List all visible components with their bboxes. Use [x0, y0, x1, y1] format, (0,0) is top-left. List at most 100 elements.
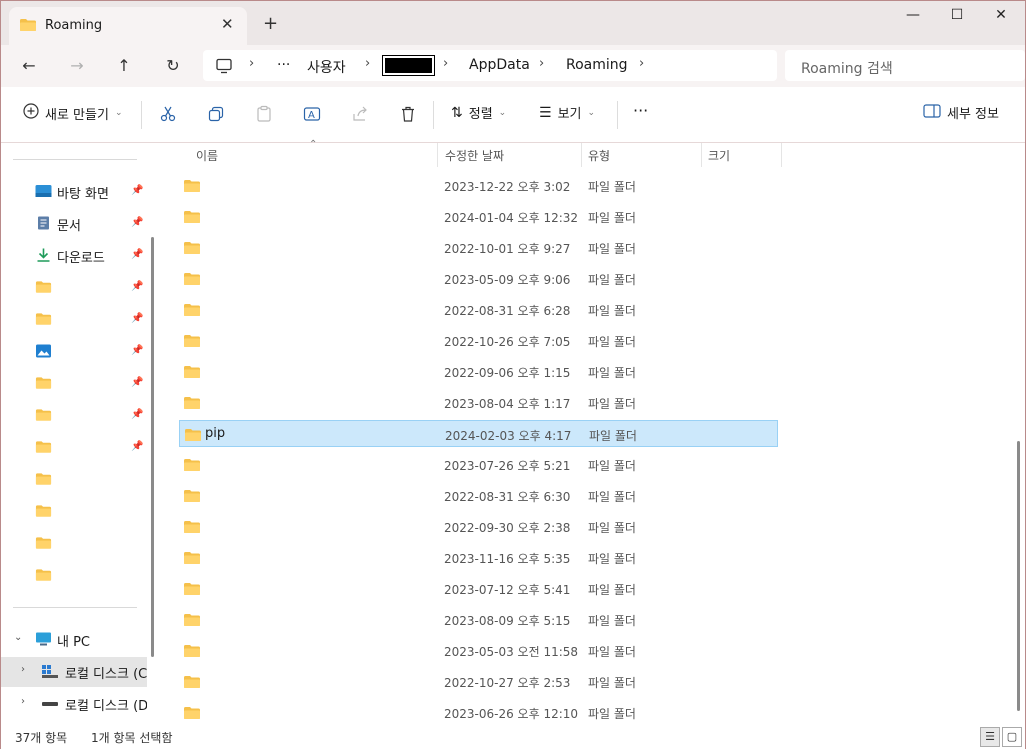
column-header-name[interactable]: 이름 [196, 147, 218, 164]
file-row[interactable]: pip 2024-02-03 오후 4:17 파일 폴더 [179, 420, 778, 447]
file-row[interactable]: 2022-08-31 오후 6:28 파일 폴더 [179, 296, 778, 323]
file-row[interactable]: 2022-09-06 오후 1:15 파일 폴더 [179, 358, 778, 385]
sidebar-item-documents[interactable]: 문서 📌 [1, 209, 147, 239]
sidebar-item-folder[interactable] [1, 497, 147, 527]
navigation-bar: ← → ↑ ↻ › ··· 사용자 › › AppData › Roaming … [1, 45, 1025, 87]
refresh-button[interactable]: ↻ [161, 54, 185, 78]
divider [617, 101, 618, 129]
file-list-scrollbar[interactable] [1017, 441, 1020, 711]
chevron-right-icon[interactable]: › [21, 664, 25, 675]
forward-button[interactable]: → [65, 54, 89, 78]
sidebar-item-drive-c[interactable]: › 로컬 디스크 (C [1, 657, 147, 687]
folder-icon [183, 272, 201, 286]
breadcrumb-appdata[interactable]: AppData [469, 57, 530, 73]
maximize-button[interactable]: ☐ [935, 7, 979, 27]
sidebar-item-pictures[interactable]: 📌 [1, 337, 147, 367]
search-input[interactable]: Roaming 검색 [801, 58, 893, 78]
breadcrumb-separator[interactable]: › [365, 56, 370, 71]
column-separator[interactable] [437, 143, 438, 167]
view-button[interactable]: ☰ 보기 ⌄ [539, 103, 595, 123]
breadcrumb-users[interactable]: 사용자 [307, 57, 346, 77]
file-row[interactable]: 2022-10-01 오후 9:27 파일 폴더 [179, 234, 778, 261]
chevron-down-icon[interactable]: ⌄ [14, 632, 22, 643]
column-separator[interactable] [701, 143, 702, 167]
file-type: 파일 폴더 [588, 366, 636, 380]
folder-icon [183, 396, 201, 410]
breadcrumb-roaming[interactable]: Roaming [566, 57, 628, 73]
computer-icon[interactable] [215, 58, 233, 77]
pictures-icon [35, 344, 52, 358]
file-row[interactable]: 2022-08-31 오후 6:30 파일 폴더 [179, 482, 778, 509]
breadcrumb-separator[interactable]: › [639, 56, 644, 71]
folder-icon [35, 312, 52, 326]
share-icon[interactable] [351, 105, 369, 123]
file-row[interactable]: 2023-12-22 오후 3:02 파일 폴더 [179, 172, 778, 199]
paste-icon[interactable] [255, 105, 273, 123]
sidebar-item-folder[interactable]: 📌 [1, 433, 147, 463]
folder-icon [183, 582, 201, 596]
status-bar: 37개 항목 1개 항목 선택함 ☰ ▢ [1, 727, 1025, 749]
computer-icon [35, 632, 52, 646]
sidebar-item-folder[interactable]: 📌 [1, 369, 147, 399]
file-row[interactable]: 2023-07-26 오후 5:21 파일 폴더 [179, 451, 778, 478]
file-row[interactable]: 2023-07-12 오후 5:41 파일 폴더 [179, 575, 778, 602]
folder-icon [35, 440, 52, 454]
column-separator[interactable] [581, 143, 582, 167]
sidebar-item-folder[interactable]: 📌 [1, 305, 147, 335]
folder-icon [184, 428, 202, 442]
new-button[interactable]: 새로 만들기 ⌄ [23, 103, 122, 123]
file-modified-date: 2023-08-09 오후 5:15 [444, 614, 571, 628]
sort-button[interactable]: ⇅ 정렬 ⌄ [451, 103, 506, 123]
file-row[interactable]: 2023-11-16 오후 5:35 파일 폴더 [179, 544, 778, 571]
cut-icon[interactable] [159, 105, 177, 123]
command-bar: 새로 만들기 ⌄ A ⇅ 정렬 ⌄ ☰ 보기 ⌄ ··· 세부 정보 [1, 87, 1025, 143]
file-row[interactable]: 2022-09-30 오후 2:38 파일 폴더 [179, 513, 778, 540]
sidebar-item-folder[interactable] [1, 529, 147, 559]
file-row[interactable]: 2023-08-09 오후 5:15 파일 폴더 [179, 606, 778, 633]
sidebar-item-desktop[interactable]: 바탕 화면 📌 [1, 177, 147, 207]
address-bar[interactable]: › ··· 사용자 › › AppData › Roaming › [203, 50, 777, 81]
up-button[interactable]: ↑ [112, 54, 136, 78]
back-button[interactable]: ← [17, 54, 41, 78]
column-header-modified[interactable]: 수정한 날짜 [445, 147, 504, 164]
chevron-right-icon[interactable]: › [21, 696, 25, 707]
details-view-icon[interactable]: ☰ [980, 727, 1000, 747]
file-type: 파일 폴더 [589, 429, 637, 443]
file-row[interactable]: 2023-05-03 오전 11:58 파일 폴더 [179, 637, 778, 664]
tab-roaming[interactable]: Roaming ✕ [9, 7, 247, 45]
sidebar-item-folder[interactable] [1, 465, 147, 495]
file-row[interactable]: 2023-08-04 오후 1:17 파일 폴더 [179, 389, 778, 416]
file-row[interactable]: 2023-06-26 오후 12:10 파일 폴더 [179, 699, 778, 726]
column-header-size[interactable]: 크기 [708, 147, 730, 164]
sidebar-item-folder[interactable]: 📌 [1, 273, 147, 303]
details-pane-button[interactable]: 세부 정보 [923, 103, 999, 122]
column-header-type[interactable]: 유형 [588, 147, 610, 164]
copy-icon[interactable] [207, 105, 225, 123]
file-row[interactable]: 2023-05-09 오후 9:06 파일 폴더 [179, 265, 778, 292]
sidebar-item-folder[interactable] [1, 561, 147, 591]
file-row[interactable]: 2022-10-27 오후 2:53 파일 폴더 [179, 668, 778, 695]
folder-icon [183, 241, 201, 255]
file-row[interactable]: 2024-01-04 오후 12:32 파일 폴더 [179, 203, 778, 230]
rename-icon[interactable]: A [303, 105, 321, 123]
breadcrumb-separator[interactable]: › [249, 56, 254, 71]
more-options-button[interactable]: ··· [633, 101, 648, 120]
pin-icon: 📌 [131, 409, 144, 420]
file-row[interactable]: 2022-10-26 오후 7:05 파일 폴더 [179, 327, 778, 354]
sidebar-item-downloads[interactable]: 다운로드 📌 [1, 241, 147, 271]
sidebar-item-this-pc[interactable]: ⌄ 내 PC [1, 625, 147, 655]
delete-icon[interactable] [399, 105, 417, 123]
new-tab-button[interactable]: + [263, 13, 278, 34]
column-separator[interactable] [781, 143, 782, 167]
breadcrumb-more[interactable]: ··· [277, 57, 290, 73]
sidebar-scrollbar[interactable] [151, 237, 154, 657]
breadcrumb-separator[interactable]: › [443, 56, 448, 71]
sidebar-item-drive-d[interactable]: › 로컬 디스크 (D [1, 689, 147, 719]
breadcrumb-separator[interactable]: › [539, 56, 544, 71]
minimize-button[interactable]: — [891, 7, 935, 27]
sidebar-item-folder[interactable]: 📌 [1, 401, 147, 431]
search-box[interactable]: Roaming 검색 [785, 50, 1025, 81]
tiles-view-icon[interactable]: ▢ [1002, 727, 1022, 747]
close-tab-icon[interactable]: ✕ [221, 15, 234, 33]
close-window-button[interactable]: ✕ [979, 7, 1023, 27]
